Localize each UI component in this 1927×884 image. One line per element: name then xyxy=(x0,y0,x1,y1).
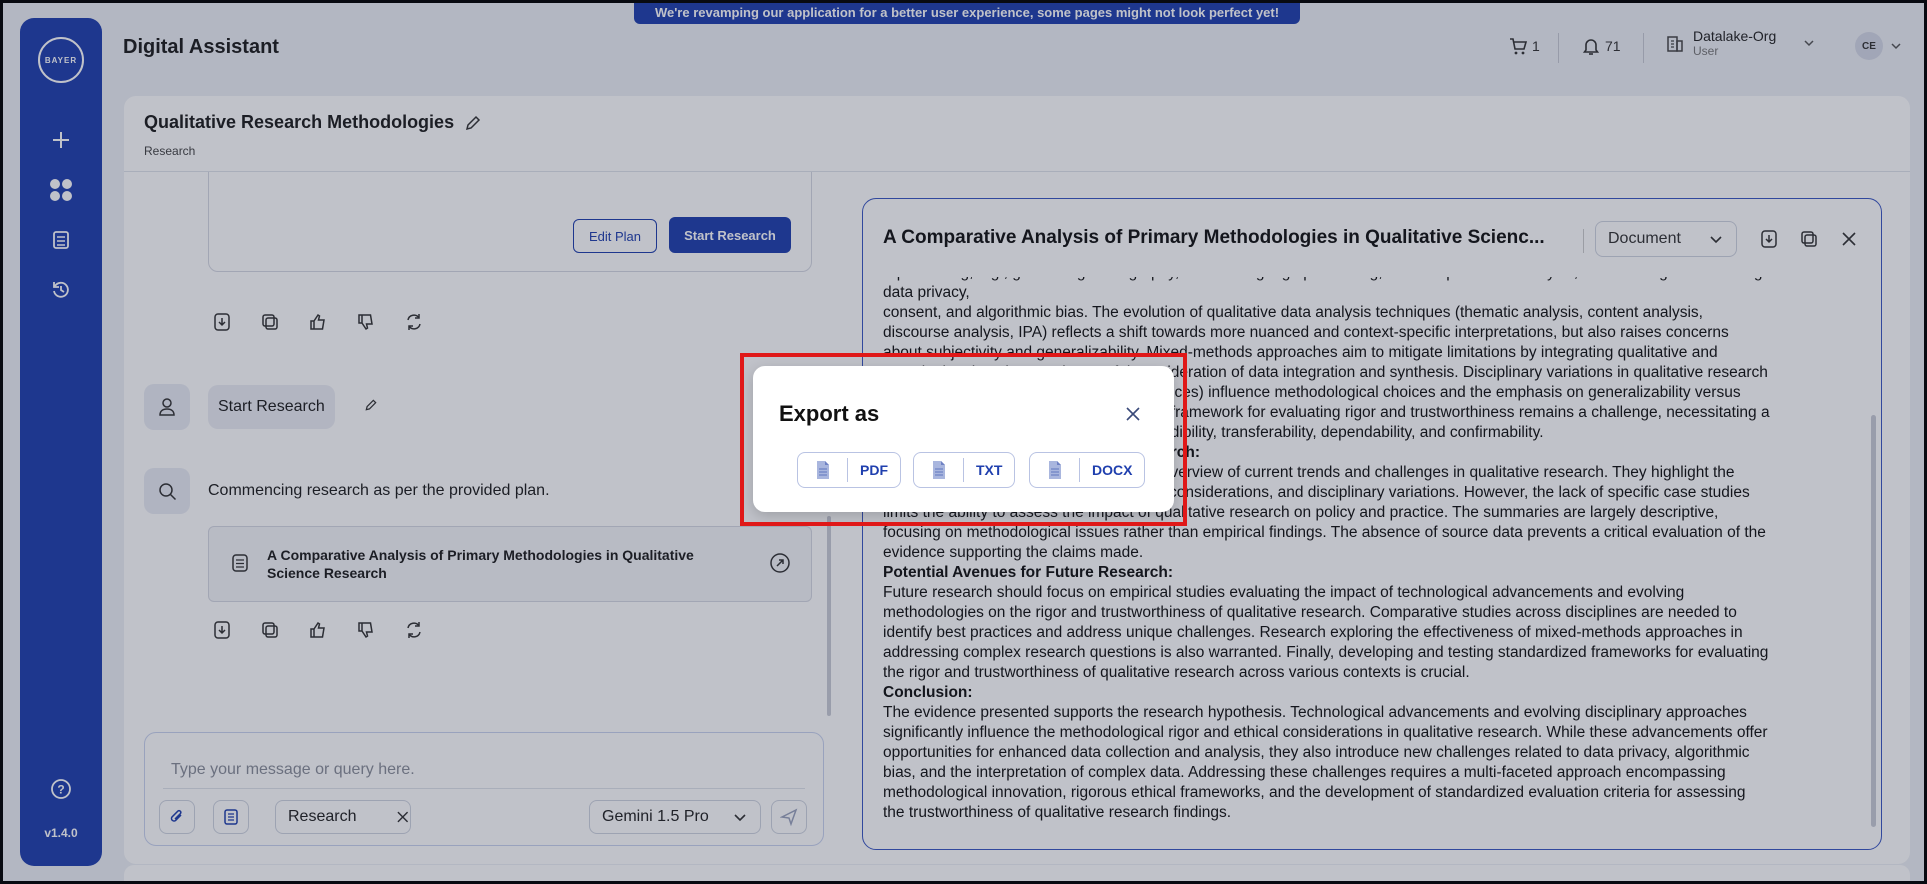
annotation-highlight-box xyxy=(740,353,1187,526)
